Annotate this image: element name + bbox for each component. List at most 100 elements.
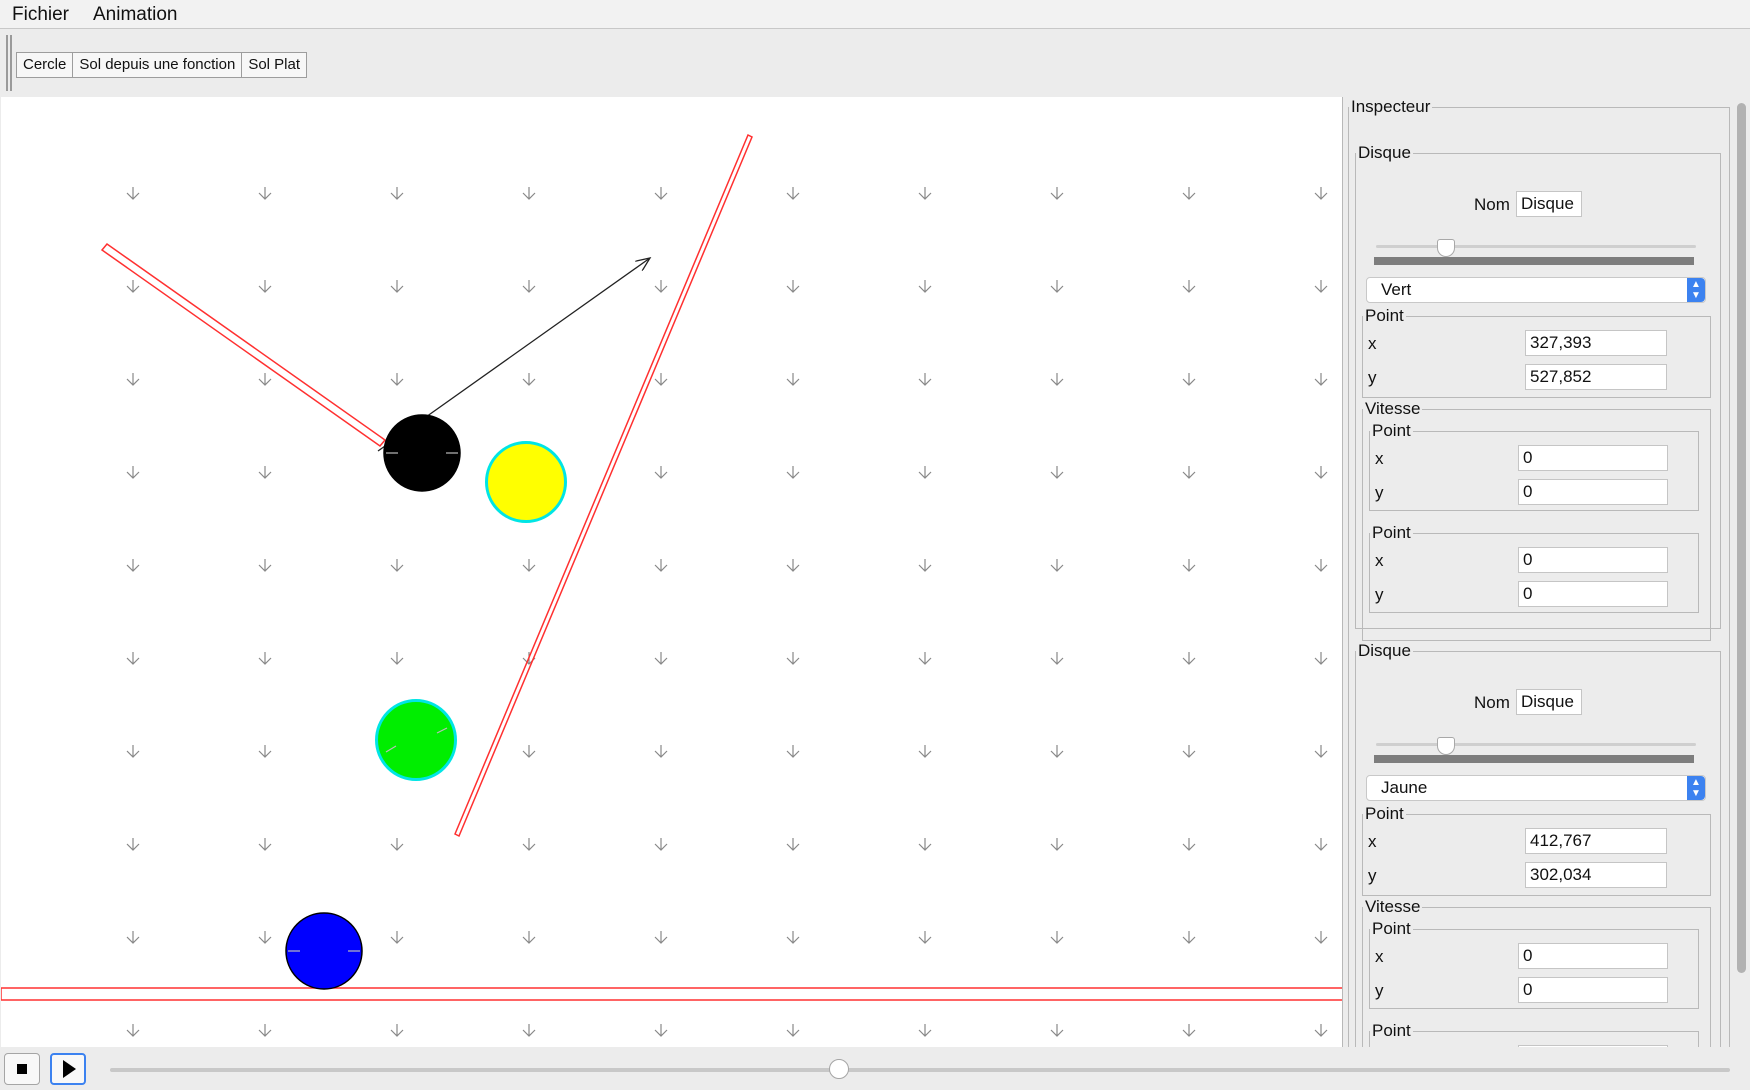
disk-yellow[interactable] xyxy=(485,441,567,523)
inspector-scrollbar[interactable] xyxy=(1732,97,1750,1047)
gravity-arrow-icon xyxy=(1182,652,1196,665)
y-label: y xyxy=(1375,981,1384,1000)
nom-input[interactable]: Disque xyxy=(1516,689,1582,715)
y-label: y xyxy=(1368,866,1377,885)
gravity-arrow-icon xyxy=(1314,931,1328,944)
gravity-arrow-icon xyxy=(258,931,272,944)
gravity-arrow-icon xyxy=(258,745,272,758)
gravity-arrow-icon xyxy=(258,280,272,293)
inspector-title: Inspecteur xyxy=(1351,97,1431,116)
gravity-arrow-icon xyxy=(918,745,932,758)
scrollbar-thumb[interactable] xyxy=(1737,103,1746,973)
menu-bar: Fichier Animation xyxy=(0,0,1750,29)
gravity-arrow-icon xyxy=(654,1024,668,1037)
gravity-arrow-icon xyxy=(126,187,140,200)
menu-fichier[interactable]: Fichier xyxy=(12,4,69,26)
vitesse-point-panel: Point x 0 y 0 xyxy=(1369,523,1699,613)
vitesse-legend: Vitesse xyxy=(1365,897,1421,916)
gravity-arrow-icon xyxy=(1182,559,1196,572)
gravity-arrow-icon xyxy=(654,745,668,758)
vitesse-y-input[interactable]: 0 xyxy=(1518,479,1668,505)
stop-button[interactable] xyxy=(4,1053,40,1085)
vitesse-panel: Vitesse Point x 0 y 0 Point x 0 xyxy=(1362,897,1711,1047)
timeline-slider-track[interactable] xyxy=(110,1068,1730,1072)
gravity-arrow-icon xyxy=(390,652,404,665)
point-x-input[interactable]: 327,393 xyxy=(1525,330,1667,356)
gravity-arrow-icon xyxy=(126,745,140,758)
gravity-arrow-icon xyxy=(1314,373,1328,386)
x-label: x xyxy=(1368,334,1377,353)
point-x-input[interactable]: 412,767 xyxy=(1525,828,1667,854)
gravity-arrow-icon xyxy=(258,373,272,386)
gravity-arrow-icon xyxy=(258,466,272,479)
gravity-arrow-icon xyxy=(918,1024,932,1037)
gravity-arrow-icon xyxy=(522,745,536,758)
vitesse-x-input[interactable]: 0 xyxy=(1518,943,1668,969)
gravity-arrow-icon xyxy=(1314,280,1328,293)
gravity-arrow-icon xyxy=(126,931,140,944)
vitesse-point-panel: Point x 0 xyxy=(1369,1021,1699,1047)
gravity-arrow-icon xyxy=(1050,931,1064,944)
flat-ground[interactable] xyxy=(1,987,1342,1001)
size-slider-knob[interactable] xyxy=(1437,737,1456,755)
menu-animation[interactable]: Animation xyxy=(93,4,178,26)
gravity-arrow-icon xyxy=(258,652,272,665)
toolbar-grip[interactable] xyxy=(10,35,12,91)
disk-black[interactable] xyxy=(383,414,461,492)
gravity-arrow-icon xyxy=(654,652,668,665)
gravity-arrow-icon xyxy=(1182,931,1196,944)
gravity-arrow-icon xyxy=(786,280,800,293)
color-select[interactable]: Vert ▲ ▼ xyxy=(1366,277,1706,303)
vitesse-x-input[interactable]: 0 xyxy=(1518,445,1668,471)
disk-blue[interactable] xyxy=(285,912,363,990)
x-label: x xyxy=(1368,832,1377,851)
gravity-arrow-icon xyxy=(126,559,140,572)
gravity-arrow-icon xyxy=(390,187,404,200)
gravity-arrow-icon xyxy=(258,838,272,851)
gravity-arrow-icon xyxy=(522,1024,536,1037)
gravity-arrow-icon xyxy=(390,838,404,851)
gravity-arrow-icon xyxy=(1314,838,1328,851)
size-slider-knob[interactable] xyxy=(1437,239,1456,257)
y-label: y xyxy=(1368,368,1377,387)
vitesse-y-input[interactable]: 0 xyxy=(1518,581,1668,607)
toolbar-grip[interactable] xyxy=(6,35,8,91)
gravity-arrow-icon xyxy=(522,373,536,386)
inspector-panel: Inspecteur Disque Nom Disque Vert ▲ ▼ Poi… xyxy=(1342,97,1733,1047)
ground-segment[interactable] xyxy=(100,242,387,448)
point-legend: Point xyxy=(1372,1021,1411,1040)
gravity-field xyxy=(126,187,1328,1037)
chevron-updown-icon: ▲ ▼ xyxy=(1687,776,1705,800)
nom-input[interactable]: Disque xyxy=(1516,191,1582,217)
gravity-arrow-icon xyxy=(1314,1024,1328,1037)
point-panel: Point x 327,393 y 527,852 xyxy=(1362,306,1711,398)
vitesse-x-input[interactable]: 0 xyxy=(1518,547,1668,573)
color-select[interactable]: Jaune ▲ ▼ xyxy=(1366,775,1706,801)
gravity-arrow-icon xyxy=(1314,745,1328,758)
inspector-fieldset: Inspecteur Disque Nom Disque Vert ▲ ▼ Poi… xyxy=(1348,97,1730,1047)
timeline-slider-knob[interactable] xyxy=(829,1059,849,1079)
sol-fonction-button[interactable]: Sol depuis une fonction xyxy=(72,52,243,78)
gravity-arrow-icon xyxy=(390,280,404,293)
point-y-input[interactable]: 527,852 xyxy=(1525,364,1667,390)
disque-panel-1: Disque Nom Disque Vert ▲ ▼ Point x 327,39… xyxy=(1355,143,1721,641)
gravity-arrow-icon xyxy=(1182,280,1196,293)
point-y-input[interactable]: 302,034 xyxy=(1525,862,1667,888)
gravity-arrow-icon xyxy=(390,373,404,386)
gravity-arrow-icon xyxy=(1050,280,1064,293)
play-button[interactable] xyxy=(50,1053,86,1085)
gravity-arrow-icon xyxy=(522,280,536,293)
sol-plat-button[interactable]: Sol Plat xyxy=(241,52,308,78)
size-slider-track xyxy=(1376,245,1696,248)
gravity-arrow-icon xyxy=(126,838,140,851)
gravity-arrow-icon xyxy=(1050,652,1064,665)
vitesse-y-input[interactable]: 0 xyxy=(1518,977,1668,1003)
disk-green[interactable] xyxy=(375,699,457,781)
y-label: y xyxy=(1375,483,1384,502)
gravity-arrow-icon xyxy=(522,187,536,200)
vitesse-point-panel: Point x 0 y 0 xyxy=(1369,919,1699,1009)
gravity-arrow-icon xyxy=(1182,373,1196,386)
gravity-arrow-icon xyxy=(918,373,932,386)
simulation-canvas[interactable] xyxy=(1,97,1342,1047)
cercle-button[interactable]: Cercle xyxy=(16,52,74,78)
